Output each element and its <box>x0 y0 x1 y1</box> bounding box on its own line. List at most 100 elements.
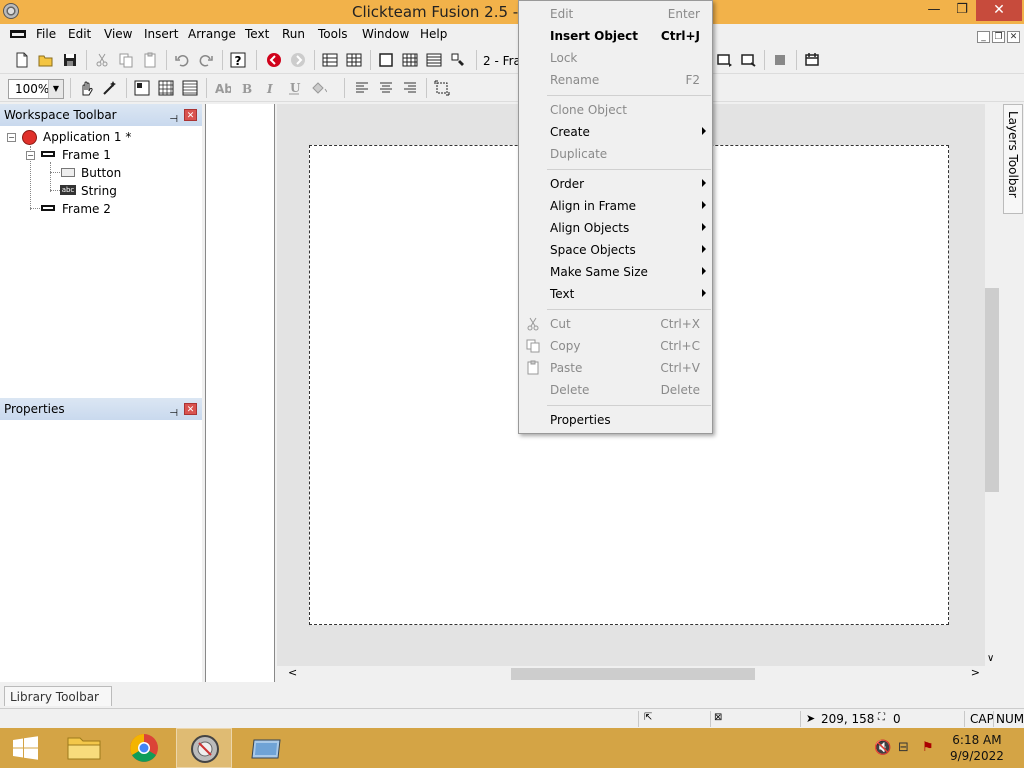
italic-icon[interactable]: I <box>260 78 280 98</box>
taskbar-clickteam-fusion[interactable] <box>176 728 232 768</box>
align-center-icon[interactable] <box>376 78 396 98</box>
taskbar-window-app[interactable] <box>238 728 294 768</box>
menu-insert[interactable]: Insert <box>144 27 178 41</box>
cut-icon[interactable] <box>92 50 112 70</box>
menu-text[interactable]: Text <box>245 27 269 41</box>
scroll-down-icon[interactable]: ∨ <box>987 653 994 664</box>
document-menu-icon[interactable] <box>10 30 26 38</box>
menu-item-rename[interactable]: Rename F2 <box>519 69 712 91</box>
tree-item-button[interactable]: Button <box>81 166 121 180</box>
wand-tool-icon[interactable] <box>100 78 120 98</box>
document-minimize-button[interactable]: _ <box>977 31 990 43</box>
menu-item-create[interactable]: Create <box>519 121 712 143</box>
menu-arrange[interactable]: Arrange <box>188 27 236 41</box>
scroll-left-icon[interactable]: < <box>288 666 297 679</box>
menu-item-copy[interactable]: Copy Ctrl+C <box>519 335 712 357</box>
menu-item-paste[interactable]: Paste Ctrl+V <box>519 357 712 379</box>
stop-icon[interactable] <box>770 50 790 70</box>
menu-item-text[interactable]: Text <box>519 283 712 305</box>
menu-file[interactable]: File <box>36 27 56 41</box>
menu-item-duplicate[interactable]: Duplicate <box>519 143 712 165</box>
align-right-icon[interactable] <box>400 78 420 98</box>
maximize-button[interactable]: ❐ <box>948 0 976 21</box>
undo-icon[interactable] <box>172 50 192 70</box>
menu-item-delete[interactable]: Delete Delete <box>519 379 712 401</box>
taskbar-clock[interactable]: 6:18 AM 9/9/2022 <box>950 732 1004 764</box>
vertical-scroll-thumb[interactable] <box>985 288 999 492</box>
document-restore-button[interactable]: ❐ <box>992 31 1005 43</box>
menu-item-align-in-frame[interactable]: Align in Frame <box>519 195 712 217</box>
menu-tools[interactable]: Tools <box>318 27 348 41</box>
menu-help[interactable]: Help <box>420 27 447 41</box>
menu-item-make-same-size[interactable]: Make Same Size <box>519 261 712 283</box>
close-icon[interactable]: ✕ <box>184 109 197 121</box>
pin-icon[interactable]: ⊣ <box>169 109 178 131</box>
redo-icon[interactable] <box>196 50 216 70</box>
vertical-scrollbar[interactable]: ∨ <box>985 104 999 666</box>
frame-select-dropdown[interactable]: 2 - Fra <box>483 54 521 68</box>
collapse-frame1-icon[interactable]: − <box>26 151 35 160</box>
library-toolbar-tab[interactable]: Library Toolbar <box>4 686 112 706</box>
menu-item-align-objects[interactable]: Align Objects <box>519 217 712 239</box>
close-button[interactable]: ✕ <box>976 0 1022 21</box>
event-editor-icon[interactable] <box>400 50 420 70</box>
menu-edit[interactable]: Edit <box>68 27 91 41</box>
zoom-select[interactable]: 100% ▼ <box>8 79 64 99</box>
next-frame-icon[interactable] <box>288 50 308 70</box>
font-icon[interactable]: Ab <box>212 78 232 98</box>
show-grid-icon[interactable] <box>132 78 152 98</box>
fill-color-icon[interactable] <box>308 78 328 98</box>
grid-setup-icon[interactable] <box>180 78 200 98</box>
event-list-icon[interactable] <box>424 50 444 70</box>
collapse-application-icon[interactable]: − <box>7 133 16 142</box>
tree-item-application[interactable]: Application 1 * <box>43 130 131 144</box>
frame-view-icon[interactable] <box>376 50 396 70</box>
menu-item-edit[interactable]: Edit Enter <box>519 3 712 25</box>
copy-icon[interactable] <box>116 50 136 70</box>
start-button[interactable] <box>0 728 50 768</box>
snap-icon[interactable] <box>738 50 758 70</box>
horizontal-scrollbar[interactable]: < > <box>283 666 985 682</box>
menu-run[interactable]: Run <box>282 27 305 41</box>
scroll-right-icon[interactable]: > <box>971 666 980 679</box>
new-file-icon[interactable] <box>12 50 32 70</box>
menu-item-insert-object[interactable]: Insert Object Ctrl+J <box>519 25 712 47</box>
pin-icon[interactable]: ⊣ <box>169 403 178 425</box>
snap-grid-icon[interactable] <box>156 78 176 98</box>
taskbar-chrome[interactable] <box>116 728 172 768</box>
frame-editor-icon[interactable] <box>344 50 364 70</box>
run-application-icon[interactable] <box>802 50 822 70</box>
paste-icon[interactable] <box>140 50 160 70</box>
menu-item-order[interactable]: Order <box>519 173 712 195</box>
align-left-icon[interactable] <box>352 78 372 98</box>
tree-item-frame2[interactable]: Frame 2 <box>62 202 111 216</box>
tree-item-string[interactable]: String <box>81 184 117 198</box>
action-center-icon[interactable]: ⚑ <box>922 740 934 755</box>
document-close-button[interactable]: ✕ <box>1007 31 1020 43</box>
underline-icon[interactable]: U <box>284 78 304 98</box>
network-icon[interactable]: ⊟ <box>898 740 909 755</box>
tree-item-frame1[interactable]: Frame 1 <box>62 148 111 162</box>
menu-view[interactable]: View <box>104 27 132 41</box>
horizontal-scroll-thumb[interactable] <box>511 668 755 680</box>
menu-item-space-objects[interactable]: Space Objects <box>519 239 712 261</box>
app-icon[interactable] <box>3 3 19 19</box>
save-icon[interactable] <box>60 50 80 70</box>
data-elements-icon[interactable] <box>448 50 468 70</box>
menu-item-cut[interactable]: Cut Ctrl+X <box>519 313 712 335</box>
hand-tool-icon[interactable] <box>76 78 96 98</box>
storyboard-editor-icon[interactable] <box>320 50 340 70</box>
menu-item-clone-object[interactable]: Clone Object <box>519 99 712 121</box>
close-icon[interactable]: ✕ <box>184 403 197 415</box>
open-folder-icon[interactable] <box>36 50 56 70</box>
menu-window[interactable]: Window <box>362 27 409 41</box>
taskbar-file-explorer[interactable] <box>56 728 112 768</box>
bold-icon[interactable]: B <box>236 78 256 98</box>
layers-toolbar-tab[interactable]: Layers Toolbar <box>1003 104 1023 214</box>
chevron-down-icon[interactable]: ▼ <box>48 80 63 98</box>
toggle-grid-icon[interactable] <box>714 50 734 70</box>
help-icon[interactable]: ? <box>228 50 248 70</box>
menu-item-properties[interactable]: Properties <box>519 409 712 431</box>
menu-item-lock[interactable]: Lock <box>519 47 712 69</box>
previous-frame-icon[interactable] <box>264 50 284 70</box>
